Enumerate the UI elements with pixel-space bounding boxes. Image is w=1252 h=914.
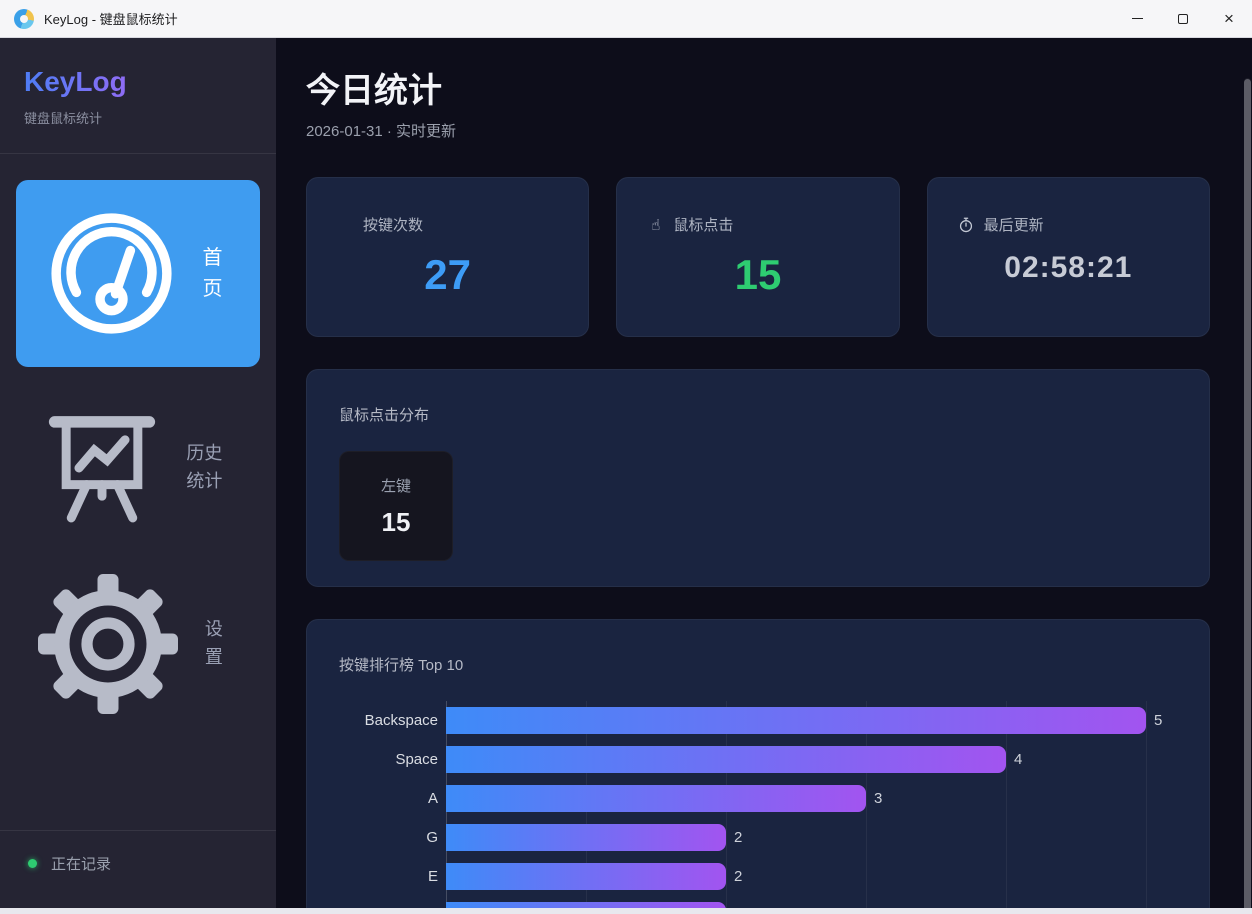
mouse-distribution-panel: 鼠标点击分布 左键 15: [306, 369, 1210, 587]
stat-card-mouseclicks: ☝ 鼠标点击 15: [616, 177, 899, 337]
close-icon: ×: [1224, 10, 1234, 27]
chart-category-label: Space: [339, 751, 438, 768]
chart-title: 按键排行榜 Top 10: [339, 654, 1189, 675]
stat-cards-row: 按键次数 27 ☝ 鼠标点击 15: [306, 177, 1210, 337]
chart-row: Backspace 5: [339, 707, 1189, 734]
brand-subtitle: 键盘鼠标统计: [24, 108, 252, 127]
chart-category-label: G: [339, 829, 438, 846]
chart-bar: [446, 863, 726, 890]
window-title: KeyLog - 键盘鼠标统计: [44, 9, 178, 28]
minimize-icon: [1132, 18, 1143, 19]
chart-bar: [446, 746, 1006, 773]
chart-value-label: 3: [874, 790, 882, 807]
dist-tile-leftbutton: 左键 15: [339, 451, 453, 561]
chart-row: E2: [339, 863, 1189, 890]
stat-value: 02:58:21: [928, 251, 1209, 285]
app-logo-icon: [14, 9, 34, 29]
sidebar-item-label: 首页: [199, 243, 226, 305]
chart-row: G2: [339, 824, 1189, 851]
chart-value-label: 2: [734, 829, 742, 846]
vertical-scrollbar[interactable]: [1244, 78, 1251, 914]
stat-label: 按键次数: [363, 214, 423, 235]
panel-title: 鼠标点击分布: [339, 404, 1177, 425]
sidebar-item-label: 历史统计: [183, 440, 226, 496]
key-ranking-panel: 按键排行榜 Top 10 Backspace5Space4A3G2E2L2: [306, 619, 1210, 914]
chart-bar: [446, 785, 866, 812]
maximize-button[interactable]: [1160, 0, 1206, 37]
chart-value-label: 2: [734, 868, 742, 885]
dist-tile-value: 15: [382, 507, 411, 538]
chart-category-label: A: [339, 790, 438, 807]
stat-value: 27: [307, 251, 588, 299]
chart-value-label: 4: [1014, 751, 1022, 768]
recording-label: 正在记录: [51, 853, 111, 874]
main-content: 今日统计 2026-01-31 · 实时更新 按键次数 27 ☝ 鼠标点击 15: [276, 38, 1252, 914]
chart-row: Space 4: [339, 746, 1189, 773]
gear-icon: [38, 574, 178, 714]
chart-value-label: 5: [1154, 712, 1162, 729]
chart-category-label: Backspace: [339, 712, 438, 729]
chart-bar: [446, 707, 1146, 734]
chart-easel-icon: [38, 404, 166, 532]
chart-category-label: E: [339, 868, 438, 885]
sidebar-item-home[interactable]: 首页: [16, 180, 260, 367]
sidebar-nav: 首页 历史统计: [0, 154, 276, 723]
close-button[interactable]: ×: [1206, 0, 1252, 37]
app-window: KeyLog - 键盘鼠标统计 × KeyLog 键盘鼠标统计: [0, 0, 1252, 914]
recording-status: 正在记录: [0, 831, 276, 914]
stat-card-lastupdate: 最后更新 02:58:21: [927, 177, 1210, 337]
sidebar-footer: 正在记录: [0, 830, 276, 914]
stat-label: 最后更新: [984, 214, 1044, 235]
recording-dot-icon: [28, 859, 37, 868]
page-title: 今日统计: [306, 70, 1210, 112]
page-subtitle: 2026-01-31 · 实时更新: [306, 120, 1210, 141]
titlebar: KeyLog - 键盘鼠标统计 ×: [0, 0, 1252, 38]
chart-bar: [446, 824, 726, 851]
sidebar-item-label: 设置: [202, 616, 226, 672]
stat-card-keypresses: 按键次数 27: [306, 177, 589, 337]
scrollbar-thumb[interactable]: [1244, 79, 1251, 914]
stopwatch-icon: [958, 217, 975, 233]
stat-value: 15: [617, 251, 898, 299]
sidebar-item-settings[interactable]: 设置: [16, 565, 260, 723]
chart-row: A3: [339, 785, 1189, 812]
brand-name: KeyLog: [24, 66, 127, 98]
window-controls: ×: [1114, 0, 1252, 37]
minimize-button[interactable]: [1114, 0, 1160, 37]
brand: KeyLog 键盘鼠标统计: [0, 38, 276, 127]
bar-chart: Backspace5Space4A3G2E2L2: [339, 707, 1189, 914]
gauge-icon: [44, 206, 179, 341]
hand-click-icon: ☝: [647, 216, 664, 234]
window-bottom-frame: [0, 908, 1252, 914]
stat-label: 鼠标点击: [673, 214, 733, 235]
maximize-icon: [1178, 14, 1188, 24]
sidebar: KeyLog 键盘鼠标统计 首页: [0, 38, 276, 914]
sidebar-item-history[interactable]: 历史统计: [16, 387, 260, 549]
dist-tile-label: 左键: [381, 475, 411, 496]
